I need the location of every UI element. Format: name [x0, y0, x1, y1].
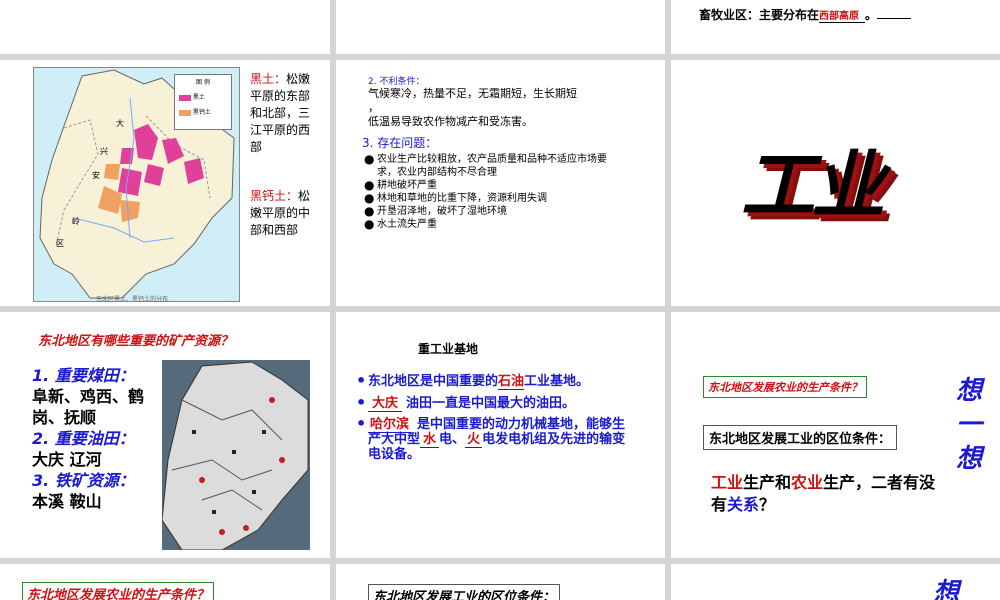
iron-heading: 3. 铁矿资源： — [32, 471, 135, 490]
map-legend: 图 例 黑土 黑钙土 — [174, 74, 232, 130]
heitu-title: 黑土： — [250, 72, 287, 86]
coal-text: 阜新、鸡西、鹤岗、抚顺 — [32, 387, 145, 427]
industry-bullet-1: 东北地区是中国重要的石油工业基地。 — [356, 373, 631, 390]
slide-12[interactable]: 想 — [671, 564, 1000, 600]
pastoral-prefix: 畜牧业区：主要分布在 — [699, 8, 820, 22]
map-label-da: 大 — [116, 119, 124, 128]
map-label-ling: 岭 — [72, 217, 80, 226]
industry-location-box: 东北地区发展工业的区位条件： — [703, 425, 898, 450]
industry-bullet-3: 哈尔滨是中国重要的动力机械基地，能够生产大中型水电、火电发电机组及先进的输变电设… — [356, 416, 631, 462]
blank-line — [877, 18, 912, 19]
problem-item: 水土流失严重 — [364, 218, 619, 231]
problem-item: 林地和草地的比重下降，资源利用失调 — [364, 192, 619, 205]
problem-item: 农业生产比较粗放，农产品质量和品种不适应市场要求，农业内部结构不尽合理 — [364, 153, 619, 179]
think-vertical-text-2: 想 — [933, 578, 960, 600]
legend-heitu: 黑土 — [192, 94, 205, 101]
industry-location-box-2: 东北地区发展工业的区位条件： — [368, 584, 561, 600]
problem-item: 开垦沼泽地，破坏了湿地环境 — [364, 205, 619, 218]
think-vertical-text: 想一想 — [956, 376, 983, 474]
unfavorable-line3: 低温易导致农作物减产和受冻害。 — [368, 115, 533, 128]
soil-map: 图 例 黑土 黑钙土 大 兴 安 岭 区 — [33, 67, 240, 302]
heigaitu-title: 黑钙土： — [250, 189, 299, 203]
map-label-an: 安 — [92, 171, 100, 180]
industry-wordart: 工业 — [741, 143, 885, 229]
map-label-qu: 区 — [56, 239, 64, 248]
agri-conditions-box: 东北地区发展农业的生产条件？ — [703, 376, 867, 398]
heitu-swatch — [179, 94, 191, 101]
coal-heading: 1. 重要煤田： — [32, 366, 135, 385]
slide-10[interactable]: 东北地区发展农业的生产条件？ — [0, 564, 330, 600]
slide-11[interactable]: 东北地区发展工业的区位条件： — [336, 564, 665, 600]
heigaitu-swatch — [179, 109, 191, 116]
relation-question: 工业生产和农业生产，二者有没有关系？ — [711, 473, 936, 514]
pastoral-suffix: 。 — [865, 8, 878, 22]
slide-1[interactable] — [0, 0, 330, 54]
oil-heading: 2. 重要油田： — [32, 429, 135, 448]
minerals-question: 东北地区有哪些重要的矿产资源？ — [38, 334, 234, 349]
slide-7[interactable]: 东北地区有哪些重要的矿产资源？ 1. 重要煤田： 阜新、鸡西、鹤岗、抚顺 2. … — [0, 312, 330, 558]
oil-text: 大庆 辽河 — [32, 450, 102, 469]
legend-title: 图 例 — [196, 79, 210, 86]
map-caption: 东北区黑土、黑钙土的分布 — [96, 296, 169, 303]
map-label-xing: 兴 — [100, 147, 108, 156]
minerals-map-image — [162, 361, 309, 550]
pastoral-answer: 西部高原 — [819, 7, 866, 23]
slide-6[interactable]: 工业 — [671, 60, 1000, 306]
slide-3[interactable]: 畜牧业区：主要分布在西部高原。 — [671, 0, 1000, 54]
unfavorable-heading: 2. 不利条件： — [368, 77, 425, 87]
iron-text: 本溪 鞍山 — [32, 492, 102, 511]
minerals-map — [162, 360, 310, 550]
industry-bullet-2: 大庆油田一直是中国最大的油田。 — [356, 395, 631, 412]
heavy-industry-title: 重工业基地 — [418, 342, 479, 356]
slide-4[interactable]: 图 例 黑土 黑钙土 大 兴 安 岭 区 东北区黑土、黑钙土的分布 黑土：松嫩平… — [0, 60, 330, 306]
problem-item: 耕地破坏严重 — [364, 179, 619, 192]
problems-heading: 3. 存在问题： — [362, 136, 438, 150]
slide-2[interactable] — [336, 0, 665, 54]
agri-conditions-box-2: 东北地区发展农业的生产条件？ — [22, 582, 215, 600]
unfavorable-line1: 气候寒冷，热量不足，无霜期短，生长期短 — [368, 87, 577, 100]
slide-8[interactable]: 重工业基地 东北地区是中国重要的石油工业基地。 大庆油田一直是中国最大的油田。 … — [336, 312, 665, 558]
slide-9[interactable]: 东北地区发展农业的生产条件？ 东北地区发展工业的区位条件： 工业生产和农业生产，… — [671, 312, 1000, 558]
slide-5[interactable]: 2. 不利条件： 气候寒冷，热量不足，无霜期短，生长期短 ， 低温易导致农作物减… — [336, 60, 665, 306]
legend-heigaitu: 黑钙土 — [192, 109, 211, 116]
unfavorable-line2: ， — [368, 101, 379, 114]
